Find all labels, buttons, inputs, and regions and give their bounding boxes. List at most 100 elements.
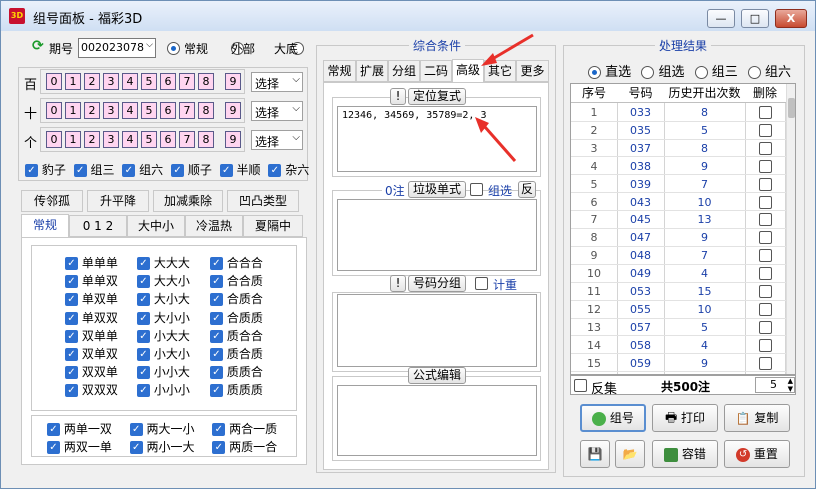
digit-button[interactable]: 3: [103, 131, 119, 148]
period-select[interactable]: 002023078 ⌵: [78, 38, 156, 58]
delete-check[interactable]: [759, 338, 772, 352]
digit-button[interactable]: 8: [198, 102, 214, 119]
tab-kuozhan[interactable]: 扩展: [356, 60, 388, 82]
result-mode-radio[interactable]: [694, 66, 708, 79]
pattern-check[interactable]: ✓: [65, 366, 78, 380]
table-row[interactable]: 5 039 7: [571, 176, 786, 194]
table-row[interactable]: 14 058 4: [571, 337, 786, 355]
tab-lengwenre[interactable]: 冷温热: [185, 215, 243, 237]
digit-button[interactable]: 4: [122, 102, 138, 119]
table-row[interactable]: 4 038 9: [571, 158, 786, 176]
digit-button[interactable]: 8: [198, 73, 214, 90]
pattern-check[interactable]: ✓: [210, 311, 223, 325]
type-check-shunzi[interactable]: ✓: [171, 164, 185, 177]
formula-textarea[interactable]: [337, 385, 537, 456]
mode-radio-normal[interactable]: [167, 42, 180, 55]
pattern-check[interactable]: ✓: [137, 311, 150, 325]
type-check-zaliu[interactable]: ✓: [268, 164, 282, 177]
pattern-check[interactable]: ✓: [65, 257, 78, 270]
digit-button[interactable]: 1: [65, 73, 81, 90]
tab-erma[interactable]: 二码: [420, 60, 452, 82]
table-row[interactable]: 7 045 13: [571, 211, 786, 230]
digit-button[interactable]: 8: [198, 131, 214, 148]
pattern-check[interactable]: ✓: [65, 275, 78, 289]
table-row[interactable]: 11 053 15: [571, 283, 786, 301]
pattern-check[interactable]: ✓: [65, 329, 78, 343]
pattern-check[interactable]: ✓: [210, 329, 223, 343]
print-button[interactable]: 🖶 打印: [652, 404, 718, 432]
delete-check[interactable]: [759, 302, 772, 316]
weight-check[interactable]: [475, 277, 488, 290]
title-bar[interactable]: 3D 组号面板 - 福彩3D — □ X: [1, 1, 815, 31]
bang-button[interactable]: !: [390, 275, 406, 292]
pattern-check[interactable]: ✓: [210, 257, 223, 270]
digit-button[interactable]: 0: [46, 131, 62, 148]
delete-check[interactable]: [759, 177, 772, 191]
page-spinner[interactable]: 5 ▲ ▼: [755, 377, 795, 393]
tab-changgui-mid[interactable]: 常规: [323, 60, 356, 82]
digit-button[interactable]: 4: [122, 73, 138, 90]
tab-jiajianchengchu[interactable]: 加减乘除: [153, 190, 223, 212]
table-row[interactable]: 10 049 4: [571, 265, 786, 283]
digit-button[interactable]: 7: [179, 102, 195, 119]
type-check-zuliu[interactable]: ✓: [122, 164, 136, 177]
spinner-arrows-icon[interactable]: ▲ ▼: [788, 377, 793, 393]
pattern-check[interactable]: ✓: [137, 329, 150, 343]
pattern-check[interactable]: ✓: [137, 348, 150, 362]
table-row[interactable]: 6 043 10: [571, 194, 786, 212]
pattern-check[interactable]: ✓: [210, 366, 223, 380]
fault-tolerance-button[interactable]: 容错: [652, 440, 718, 468]
results-scrollbar[interactable]: [786, 84, 795, 374]
tab-aotu[interactable]: 凹凸类型: [227, 190, 299, 212]
digit-button[interactable]: 6: [160, 131, 176, 148]
column-header[interactable]: 号码: [617, 84, 664, 102]
copy-button[interactable]: 📋 复制: [724, 404, 790, 432]
tab-012[interactable]: 0 1 2: [69, 215, 127, 237]
tab-chuanlingu[interactable]: 传邻孤: [21, 190, 83, 212]
table-row[interactable]: 15 059 9: [571, 355, 786, 373]
pattern-check[interactable]: ✓: [137, 257, 150, 270]
digit-button[interactable]: 1: [65, 131, 81, 148]
formula-edit-button[interactable]: 公式编辑: [408, 367, 466, 384]
result-mode-radio[interactable]: [588, 66, 601, 79]
tab-dazhongxiao[interactable]: 大中小: [127, 215, 185, 237]
table-row[interactable]: 2 035 5: [571, 122, 786, 140]
column-header[interactable]: 序号: [571, 84, 617, 102]
tab-shengpingjiang[interactable]: 升平降: [87, 190, 149, 212]
number-group-button[interactable]: 号码分组: [408, 275, 466, 292]
group-select-check[interactable]: [470, 183, 483, 196]
refresh-icon[interactable]: ⟳: [32, 38, 44, 54]
tab-changgui[interactable]: 常规: [21, 214, 69, 238]
table-row[interactable]: 12 055 10: [571, 301, 786, 319]
minimize-button[interactable]: —: [707, 9, 735, 28]
digit-button[interactable]: 1: [65, 102, 81, 119]
combo-check[interactable]: ✓: [129, 423, 143, 436]
close-button[interactable]: X: [775, 9, 807, 28]
result-mode-radio[interactable]: [641, 66, 655, 79]
pattern-check[interactable]: ✓: [210, 275, 223, 289]
combo-check[interactable]: ✓: [129, 441, 143, 454]
table-row[interactable]: 9 048 7: [571, 247, 786, 265]
delete-check[interactable]: [759, 249, 772, 263]
pattern-check[interactable]: ✓: [65, 293, 78, 307]
digit-button[interactable]: 3: [103, 102, 119, 119]
delete-check[interactable]: [759, 285, 772, 298]
type-check-zusan[interactable]: ✓: [73, 164, 87, 177]
junk-single-textarea[interactable]: [337, 199, 537, 271]
number-group-textarea[interactable]: [337, 294, 537, 367]
combo-check[interactable]: ✓: [47, 423, 60, 436]
combo-check[interactable]: ✓: [212, 441, 226, 454]
digit-button[interactable]: 5: [141, 102, 157, 119]
digit-button[interactable]: 5: [141, 131, 157, 148]
position-compound-button[interactable]: 定位复式: [408, 88, 466, 105]
pattern-check[interactable]: ✓: [65, 311, 78, 325]
select-dropdown-hundreds[interactable]: 选择 ⌵: [251, 72, 303, 92]
digit-button[interactable]: 2: [84, 102, 100, 119]
type-check-banshun[interactable]: ✓: [219, 164, 233, 177]
pattern-check[interactable]: ✓: [137, 293, 150, 307]
pattern-check[interactable]: ✓: [210, 384, 223, 398]
digit-button[interactable]: 9: [225, 73, 241, 90]
delete-check[interactable]: [759, 320, 772, 334]
delete-check[interactable]: [759, 195, 772, 209]
delete-check[interactable]: [759, 231, 772, 245]
